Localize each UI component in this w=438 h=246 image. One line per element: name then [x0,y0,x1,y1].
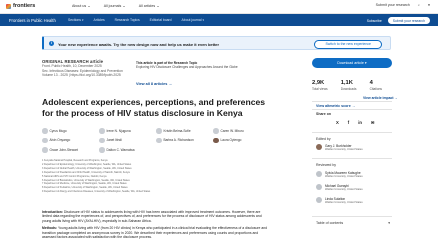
avatar [42,137,48,143]
author-list: Cyrus Mugo Irene N. Njuguna Kristin Beim… [42,128,270,153]
global-header-actions: Submit your research ⌕ ● [376,3,430,7]
journal-header: Frontiers in Public Health Sections Arti… [0,14,438,26]
table-of-contents-toggle[interactable]: Table of contents [316,221,392,225]
divider [312,158,392,159]
email-icon[interactable]: ✉ [371,120,375,125]
article-meta: Front. Public Health, 10, December 2025 … [42,64,123,78]
view-article-impact-link[interactable]: View article impact → [363,96,398,100]
nav-about-journal[interactable]: About journal [182,18,205,22]
avatar [213,137,219,143]
nav-all-articles[interactable]: All articles [139,4,159,8]
divider [312,132,392,133]
article-stats: 2,9K Total views 1,1K Downloads 4 Citations [312,80,382,91]
author-item[interactable]: Dalton C. Wamalwa [99,147,150,153]
divider [312,109,392,110]
editor[interactable]: Gary J. Burkholder Walden University, Uni… [316,144,363,151]
reviewer-institution: Walden University, United States [325,175,363,178]
stat-total-views: 2,9K Total views [312,80,328,91]
avatar [99,137,105,143]
avatar [156,128,162,134]
nav-editorial-board[interactable]: Editorial board [150,18,172,22]
search-icon[interactable]: ⌕ [418,3,420,7]
author-item[interactable]: Caren W. Mburu [213,128,264,134]
share-label: Share on [316,112,331,116]
facebook-icon[interactable]: f [348,120,349,125]
journal-nav: Sections Articles Research Topics Editor… [68,18,204,22]
reviewer[interactable]: Michael Gueaybi Walden University, United… [316,184,363,191]
abstract-paragraph: Methods: Young adults living with HIV (f… [42,226,267,240]
author-item[interactable]: Alvin Onyango [42,137,93,143]
reviewer[interactable]: Sylvia Maureen Kabughe Walden University,… [316,171,363,178]
info-icon: i [49,40,54,46]
journal-actions: Subscribe Submit your research [367,17,430,24]
avatar [316,184,322,190]
submit-research-button[interactable]: Submit your research [387,17,430,24]
nav-articles[interactable]: Articles [94,18,105,22]
stat-downloads: 1,1K Downloads [340,80,357,91]
new-experience-banner: i Your new experience awaits. Try the ne… [42,36,391,50]
stat-citations: 4 Citations [369,80,382,91]
abstract-paragraph: Introduction: Disclosure of HIV status t… [42,210,262,223]
reviewer-institution: Walden University, United States [325,201,363,204]
research-topic-intro: This article is part of the Research Top… [136,61,198,65]
author-item[interactable]: Barbra A. Richardson [156,137,207,143]
affiliation-list: 1 Kenyatta National Hospital, Research a… [42,159,202,194]
subscribe-link[interactable]: Subscribe [367,19,382,23]
avatar [213,128,219,134]
divider [312,101,392,102]
switch-experience-button[interactable]: Switch to the new experience [314,39,382,49]
avatar [316,144,322,150]
nav-all-journals[interactable]: All journals [104,4,125,8]
author-item[interactable]: Cyrus Mugo [42,128,93,134]
journal-name[interactable]: Frontiers in Public Health [9,18,56,23]
editor-institution: Walden University, United States [325,148,363,151]
linkedin-icon[interactable]: in [358,120,362,125]
avatar [42,147,48,153]
author-item[interactable]: Laura Oyiengo [213,137,264,143]
share-icons: X f in ✉ [336,120,374,125]
doi-link[interactable]: Volume 13 - 2025 | https://doi.org/10.33… [42,73,123,78]
divider [312,216,392,217]
reviewed-by-label: Reviewed by [316,163,337,167]
nav-about-us[interactable]: About us [72,4,90,8]
view-all-articles-link[interactable]: View all 8 articles → [136,82,172,86]
avatar [316,171,322,177]
reviewer-institution: Walden University, United States [325,188,363,191]
arrow-right-icon: → [394,96,398,100]
account-icon[interactable]: ● [428,3,430,7]
abstract-label: Methods: [42,226,58,231]
article-title: Adolescent experiences, perceptions, and… [42,97,266,118]
global-nav: About us All journals All articles [72,4,159,8]
abstract: Introduction: Disclosure of HIV status t… [42,210,270,239]
avatar [316,197,322,203]
avatar [99,147,105,153]
reviewer[interactable]: Linda Sulaiton Walden University, United … [316,197,363,204]
arrow-right-icon: → [351,104,356,108]
nav-research-topics[interactable]: Research Topics [115,18,140,22]
avatar [156,137,162,143]
affiliation-item: 9 Department of Allergy and Infectious D… [42,190,151,194]
x-icon[interactable]: X [336,120,339,125]
nav-sections[interactable]: Sections [68,18,84,22]
author-item[interactable]: Kristin Beima-Sofie [156,128,207,134]
chevron-down-icon: ▾ [364,61,367,65]
research-topic-box: This article is part of the Research Top… [136,61,256,70]
download-article-button[interactable]: Download article ▾ [312,58,392,68]
banner-message: Your new experience awaits. Try the new … [58,41,220,47]
avatar [42,128,48,134]
submit-research-link[interactable]: Submit your research [376,3,410,7]
altmetric-link[interactable]: View altmetric score → [316,104,355,108]
research-topic-name[interactable]: Exploring HIV Disclosure Challenges and … [136,65,238,69]
abstract-label: Introduction: [42,210,63,214]
frontiers-logo-icon [6,3,11,9]
arrow-right-icon: → [168,82,173,86]
author-item[interactable]: Grace John-Stewart [42,147,93,153]
author-item[interactable]: Janet Itindi [99,137,150,143]
avatar [99,128,105,134]
frontiers-logo[interactable]: frontiers [6,3,35,9]
global-header: frontiers About us All journals All arti… [0,0,438,14]
article-sidebar: Download article ▾ 2,9K Total views 1,1K D… [312,58,392,91]
edited-by-label: Edited by [316,137,331,141]
author-item[interactable]: Irene N. Njuguna [99,128,150,134]
